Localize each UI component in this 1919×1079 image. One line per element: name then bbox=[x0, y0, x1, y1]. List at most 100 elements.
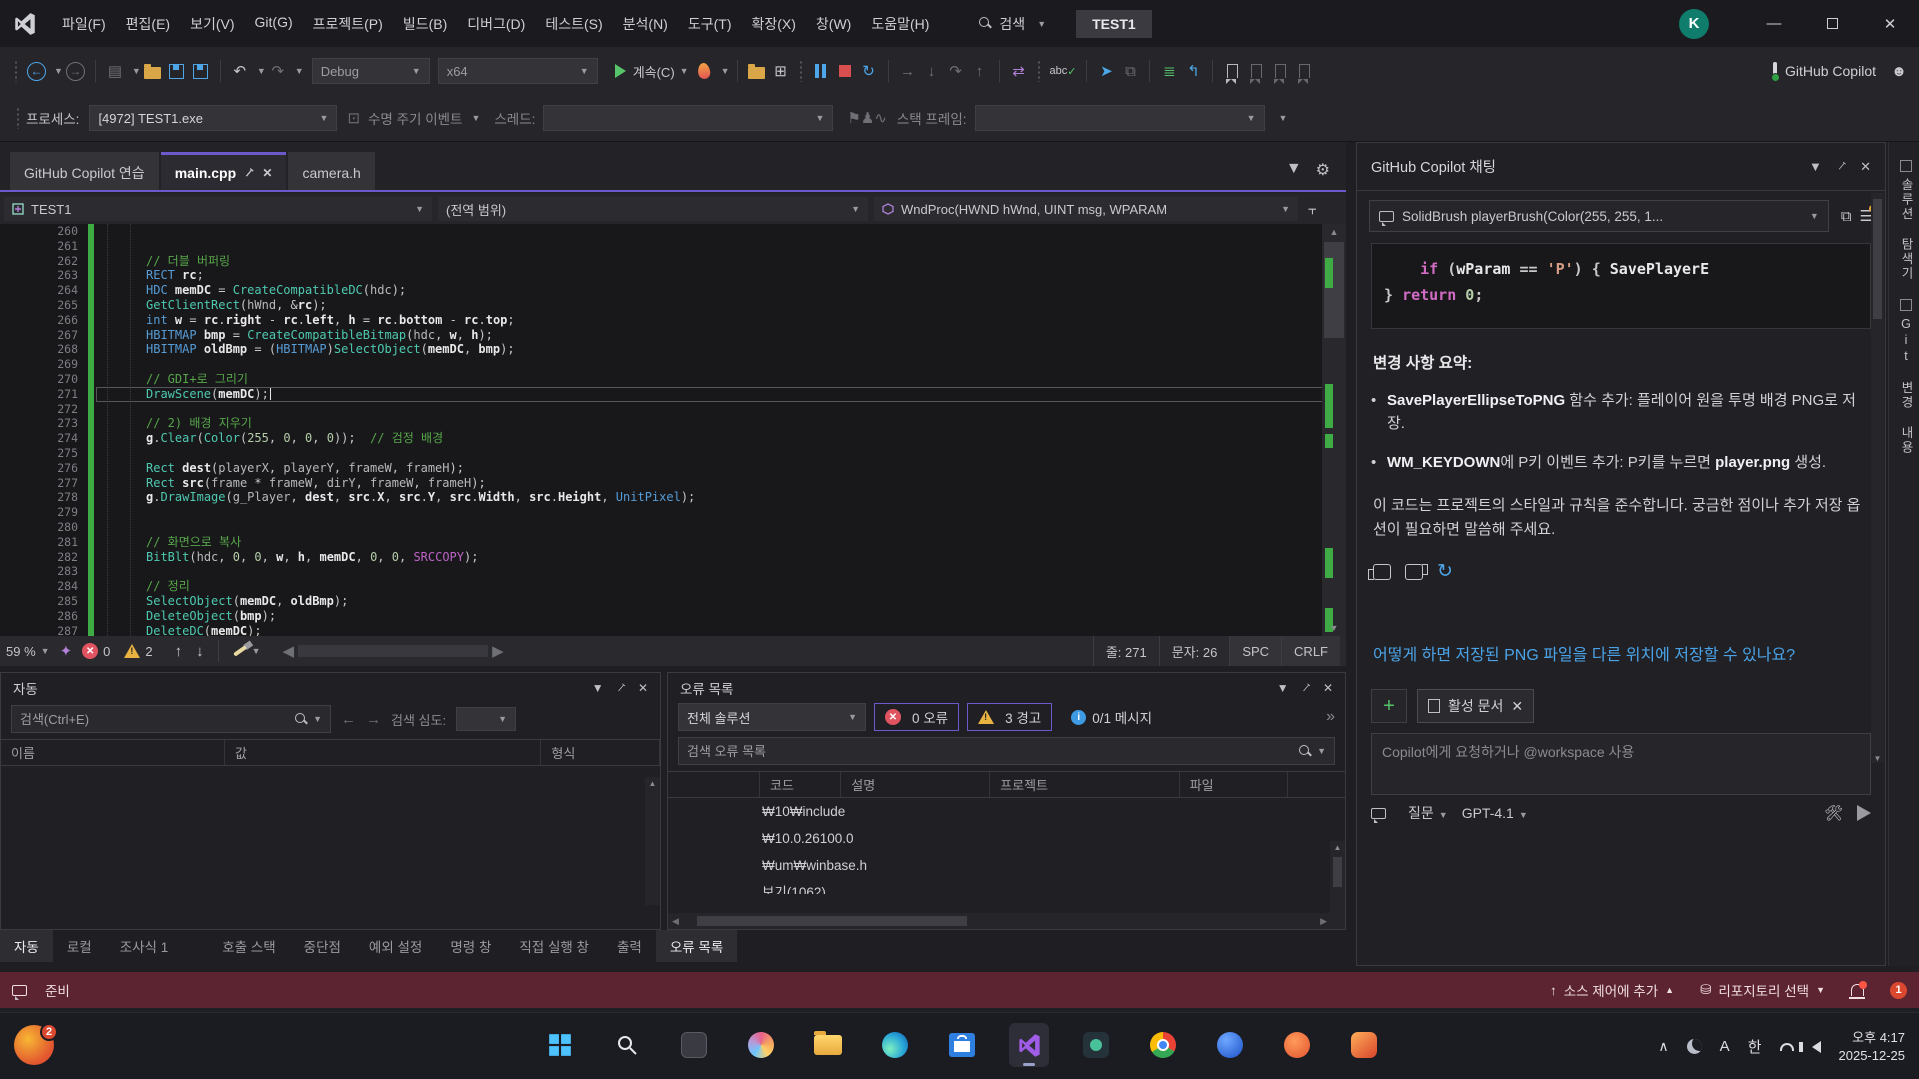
panel-scrollbar[interactable]: ▼ bbox=[1871, 193, 1884, 763]
menu-item[interactable]: 보기(V) bbox=[180, 8, 244, 40]
code-line[interactable]: 278g.DrawImage(g_Player, dest, src.X, sr… bbox=[0, 490, 1322, 505]
avatar[interactable]: K bbox=[1679, 9, 1709, 39]
ask-mode-dropdown[interactable]: 질문▼ bbox=[1408, 803, 1448, 823]
column-header[interactable]: 이름 bbox=[1, 740, 225, 765]
open-file-button[interactable] bbox=[141, 57, 165, 85]
chevron-down-icon[interactable]: ▼ bbox=[592, 681, 604, 695]
navigate-back-button[interactable]: ← bbox=[24, 57, 49, 85]
volume-icon[interactable] bbox=[1812, 1041, 1821, 1053]
network-icon[interactable] bbox=[1780, 1043, 1794, 1051]
thumbs-down-icon[interactable] bbox=[1405, 564, 1423, 580]
code-line[interactable]: 279 bbox=[0, 505, 1322, 520]
side-tab[interactable]: 솔루션 탐색기 bbox=[1897, 160, 1916, 281]
chevron-down-icon[interactable]: ▼ bbox=[257, 66, 266, 76]
send-icon[interactable] bbox=[1857, 805, 1871, 821]
undo-button[interactable]: ↶ bbox=[228, 57, 252, 85]
maximize-button[interactable] bbox=[1803, 0, 1861, 47]
column-header[interactable]: 값 bbox=[225, 740, 541, 765]
regenerate-icon[interactable]: ↻ bbox=[1437, 560, 1453, 583]
step-back-button[interactable]: ↑ bbox=[968, 57, 992, 85]
project-dropdown[interactable]: TEST1▼ bbox=[4, 197, 432, 221]
space-indicator[interactable]: SPC bbox=[1229, 636, 1281, 666]
toolbar-overflow-icon[interactable]: ▼ bbox=[1279, 113, 1288, 123]
search-forward-icon[interactable]: → bbox=[366, 711, 381, 728]
column-header[interactable]: 프로젝트 bbox=[990, 772, 1180, 797]
warning-count[interactable]: 2 bbox=[145, 644, 152, 659]
send-feedback-button[interactable]: ☻ bbox=[1887, 57, 1911, 85]
search-depth-input[interactable]: ▼ bbox=[456, 707, 516, 731]
suggested-question-link[interactable]: 어떻게 하면 저장된 PNG 파일을 다른 위치에 저장할 수 있나요? bbox=[1373, 643, 1869, 669]
close-icon[interactable]: ✕ bbox=[1323, 681, 1333, 695]
menu-item[interactable]: 파일(F) bbox=[52, 8, 116, 40]
copy-button[interactable]: ⧉ bbox=[1118, 57, 1142, 85]
flag-icon[interactable]: ⚑ bbox=[847, 109, 860, 127]
code-line[interactable]: 270// GDI+로 그리기 bbox=[0, 372, 1322, 387]
health-indicator-icon[interactable]: ✦ bbox=[60, 642, 73, 660]
save-button[interactable] bbox=[165, 57, 189, 85]
code-line[interactable]: 283 bbox=[0, 564, 1322, 579]
configuration-dropdown[interactable]: Debug▼ bbox=[312, 58, 430, 84]
close-icon[interactable]: ✕ bbox=[1511, 698, 1523, 715]
error-list-row[interactable]: ₩10₩include bbox=[668, 798, 1345, 825]
active-document-chip[interactable]: 활성 문서 ✕ bbox=[1417, 689, 1534, 723]
close-icon[interactable]: ✕ bbox=[262, 166, 272, 180]
scope-filter-dropdown[interactable]: 전체 솔루션▼ bbox=[678, 703, 866, 731]
pause-button[interactable] bbox=[809, 57, 833, 85]
lifecycle-label[interactable]: 수명 주기 이벤트 bbox=[368, 108, 462, 128]
scroll-left-icon[interactable]: ◀ bbox=[283, 642, 295, 660]
panel-tab[interactable]: 조사식 1 bbox=[106, 930, 183, 962]
panel-scrollbar[interactable]: ▲ bbox=[645, 777, 660, 905]
taskbar-app-orange-app-1[interactable] bbox=[1277, 1023, 1317, 1067]
curve-icon[interactable]: ∿ bbox=[874, 109, 887, 127]
outdent-button[interactable]: ↰ bbox=[1181, 57, 1205, 85]
scroll-down-icon[interactable]: ▼ bbox=[1871, 754, 1884, 763]
panel-scrollbar[interactable]: ▲ bbox=[1330, 841, 1345, 915]
step-out-button[interactable]: ↷ bbox=[944, 57, 968, 85]
menu-item[interactable]: 프로젝트(P) bbox=[303, 8, 393, 40]
panel-tab[interactable]: 로컬 bbox=[53, 930, 106, 962]
clear-bookmarks-button[interactable] bbox=[1292, 57, 1316, 85]
pin-icon[interactable]: ⊺ bbox=[1299, 681, 1313, 696]
process-dropdown[interactable]: [4972] TEST1.exe▼ bbox=[89, 105, 337, 131]
panel-tab[interactable]: 예외 설정 bbox=[355, 930, 436, 962]
spell-check-button[interactable]: abc✓ bbox=[1047, 57, 1080, 85]
close-icon[interactable]: ✕ bbox=[1860, 159, 1871, 175]
code-line[interactable]: 271DrawScene(memDC); bbox=[0, 387, 1322, 402]
toggle-bookmark-button[interactable] bbox=[1220, 57, 1244, 85]
menu-item[interactable]: 도구(T) bbox=[678, 8, 742, 40]
taskbar-app-store[interactable] bbox=[942, 1023, 982, 1067]
pin-icon[interactable]: ⊺ bbox=[1833, 158, 1848, 174]
compare-button[interactable]: ⇄ bbox=[1007, 57, 1031, 85]
error-search-input[interactable] bbox=[687, 744, 1299, 759]
code-line[interactable]: 265GetClientRect(hWnd, &rc); bbox=[0, 298, 1322, 313]
code-line[interactable]: 277Rect src(frame * frameW, dirY, frameW… bbox=[0, 476, 1322, 491]
watch-search-input[interactable] bbox=[20, 712, 295, 727]
continue-button[interactable]: 계속(C) ▼ bbox=[612, 57, 692, 85]
model-dropdown[interactable]: GPT-4.1▼ bbox=[1462, 805, 1528, 821]
clock[interactable]: 오후 4:17 2025-12-25 bbox=[1839, 1029, 1906, 1065]
chevron-down-icon[interactable]: ▼ bbox=[295, 66, 304, 76]
code-line[interactable]: 263RECT rc; bbox=[0, 268, 1322, 283]
member-dropdown[interactable]: WndProc(HWND hWnd, UINT msg, WPARAM▼ bbox=[874, 197, 1298, 221]
panel-tab[interactable]: 직접 실행 창 bbox=[505, 930, 603, 962]
scroll-down-icon[interactable]: ▼ bbox=[1322, 620, 1346, 636]
indent-button[interactable]: ≣ bbox=[1157, 57, 1181, 85]
chat-input-box[interactable] bbox=[1371, 733, 1871, 795]
prev-bookmark-button[interactable] bbox=[1244, 57, 1268, 85]
restart-button[interactable]: ↻ bbox=[857, 57, 881, 85]
next-bookmark-button[interactable] bbox=[1268, 57, 1292, 85]
warnings-filter-button[interactable]: 3 경고 bbox=[967, 703, 1052, 731]
stack-frame-dropdown[interactable]: ▼ bbox=[975, 105, 1265, 131]
code-line[interactable]: 281// 화면으로 복사 bbox=[0, 535, 1322, 550]
code-line[interactable]: 269 bbox=[0, 357, 1322, 372]
menu-item[interactable]: 편집(E) bbox=[116, 8, 180, 40]
code-line[interactable]: 284// 정리 bbox=[0, 579, 1322, 594]
error-list-row[interactable]: ₩um₩winbase.h bbox=[668, 852, 1345, 879]
chat-input[interactable] bbox=[1382, 742, 1860, 786]
menu-item[interactable]: 창(W) bbox=[806, 8, 861, 40]
chevron-down-icon[interactable]: ▼ bbox=[252, 646, 261, 656]
code-line[interactable]: 286DeleteObject(bmp); bbox=[0, 609, 1322, 624]
code-line[interactable]: 285SelectObject(memDC, oldBmp); bbox=[0, 594, 1322, 609]
close-icon[interactable]: ✕ bbox=[638, 681, 648, 695]
taskbar-app-edge[interactable] bbox=[875, 1023, 915, 1067]
